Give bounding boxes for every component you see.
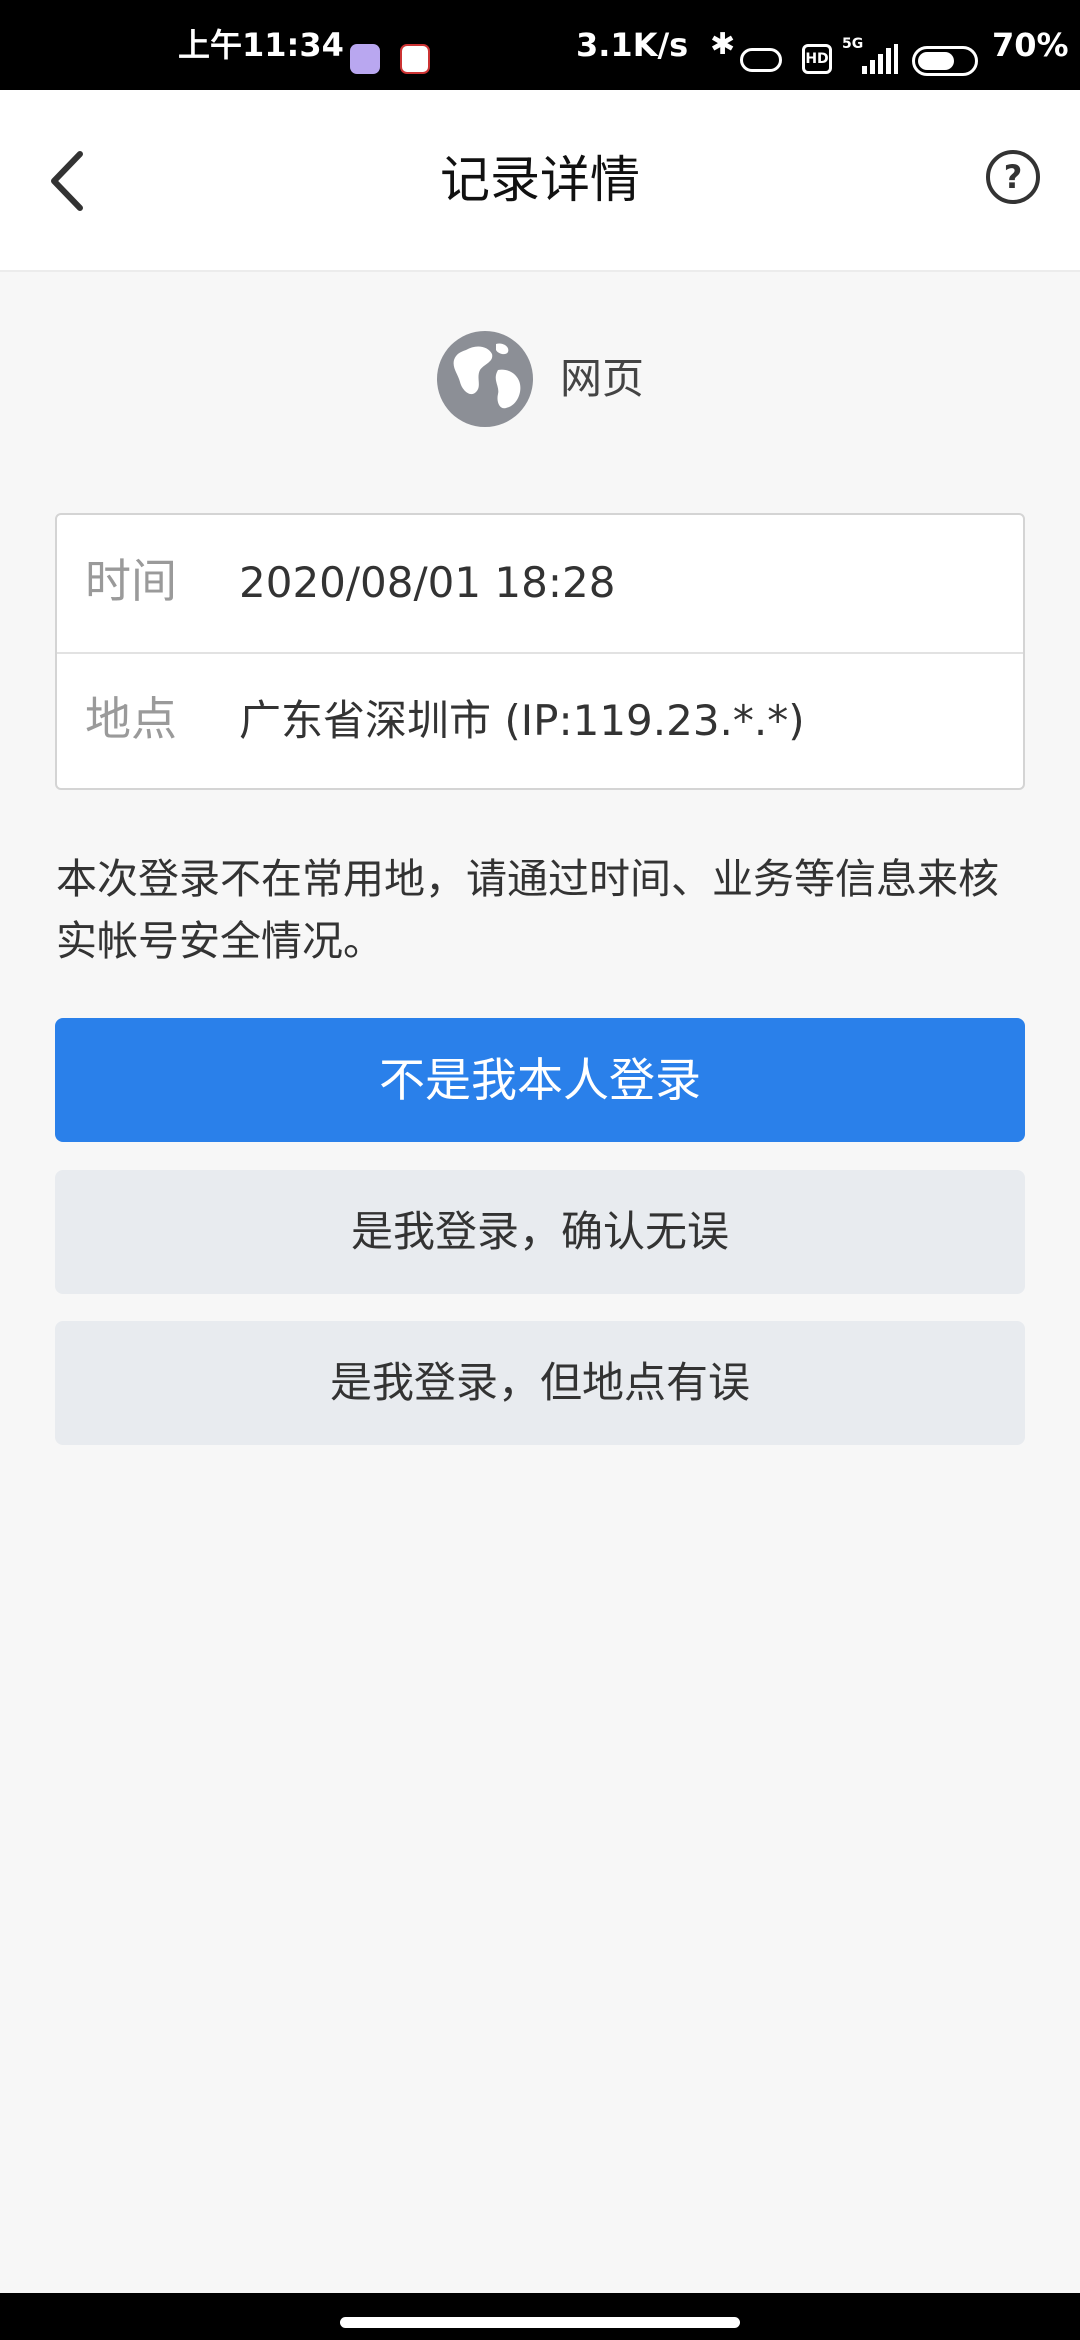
confirm-login-button[interactable]: 是我登录，确认无误 bbox=[55, 1170, 1025, 1294]
not-me-button[interactable]: 不是我本人登录 bbox=[55, 1018, 1025, 1142]
status-bar: 上午11:34 3.1K/s ✱ HD 5G 70% bbox=[0, 0, 1080, 90]
detail-value: 广东省深圳市 (IP:119.23.*.*) bbox=[239, 696, 805, 745]
bluetooth-icon: ✱ bbox=[710, 27, 736, 62]
app-notification-icon bbox=[350, 44, 380, 74]
detail-row-location: 地点 广东省深圳市 (IP:119.23.*.*) bbox=[57, 653, 1023, 790]
security-notice: 本次登录不在常用地，请通过时间、业务等信息来核实帐号安全情况。 bbox=[56, 855, 999, 965]
globe-icon bbox=[437, 331, 533, 427]
app-notification-icon-2 bbox=[400, 44, 430, 74]
vibrate-icon bbox=[740, 48, 782, 72]
help-icon[interactable]: ? bbox=[984, 148, 1042, 206]
battery-percent: 70% bbox=[992, 26, 1069, 64]
svg-text:?: ? bbox=[1004, 158, 1023, 196]
source-label: 网页 bbox=[560, 354, 645, 403]
status-time: 上午11:34 bbox=[178, 26, 344, 64]
network-type: 5G bbox=[842, 36, 864, 52]
detail-value: 2020/08/01 18:28 bbox=[239, 558, 616, 607]
wrong-location-button[interactable]: 是我登录，但地点有误 bbox=[55, 1321, 1025, 1445]
hd-icon: HD bbox=[802, 44, 832, 74]
login-detail-card: 时间 2020/08/01 18:28 地点 广东省深圳市 (IP:119.23… bbox=[55, 513, 1025, 790]
detail-key: 地点 bbox=[85, 692, 177, 746]
page-title: 记录详情 bbox=[440, 151, 640, 209]
detail-row-time: 时间 2020/08/01 18:28 bbox=[57, 515, 1023, 654]
detail-key: 时间 bbox=[85, 554, 177, 608]
net-speed: 3.1K/s bbox=[576, 26, 689, 64]
battery-icon bbox=[912, 46, 978, 76]
signal-icon bbox=[862, 44, 898, 74]
header-bar: 记录详情 ? bbox=[0, 90, 1080, 272]
home-gesture-handle[interactable] bbox=[340, 2317, 740, 2328]
